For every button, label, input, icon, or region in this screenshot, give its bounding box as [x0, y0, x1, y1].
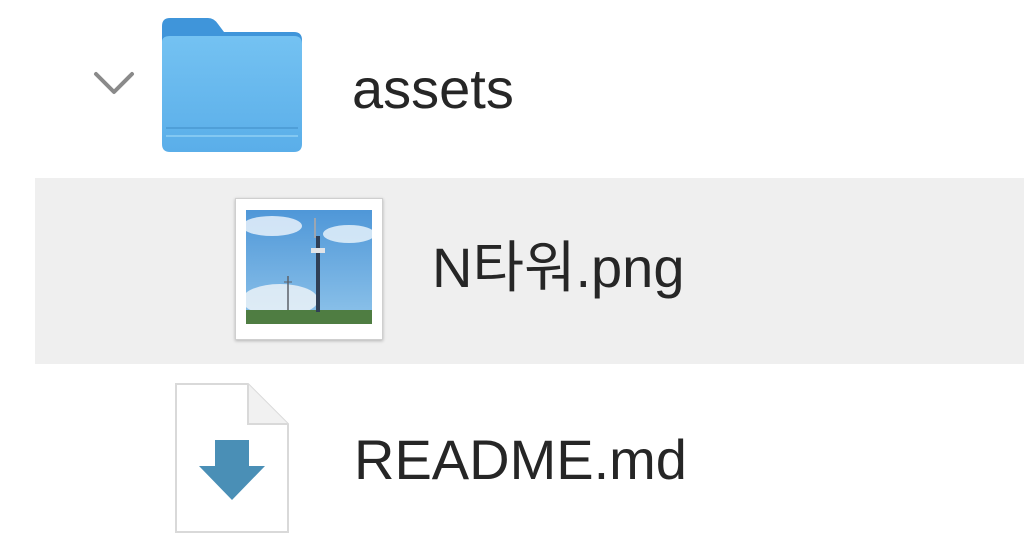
- tree-row-assets-folder[interactable]: assets: [0, 0, 1024, 178]
- tree-row-readme-md[interactable]: README.md: [0, 364, 1024, 542]
- markdown-document-icon: [175, 383, 289, 533]
- file-name: N타워.png: [432, 236, 685, 299]
- file-tree: assets N타워.png README.md: [0, 0, 1024, 542]
- folder-icon: [162, 18, 302, 152]
- file-name: README.md: [354, 428, 687, 491]
- image-thumbnail-icon: [235, 198, 383, 340]
- folder-name: assets: [352, 57, 514, 120]
- chevron-down-icon[interactable]: [92, 68, 136, 98]
- tree-row-ntower-png[interactable]: N타워.png: [35, 178, 1024, 364]
